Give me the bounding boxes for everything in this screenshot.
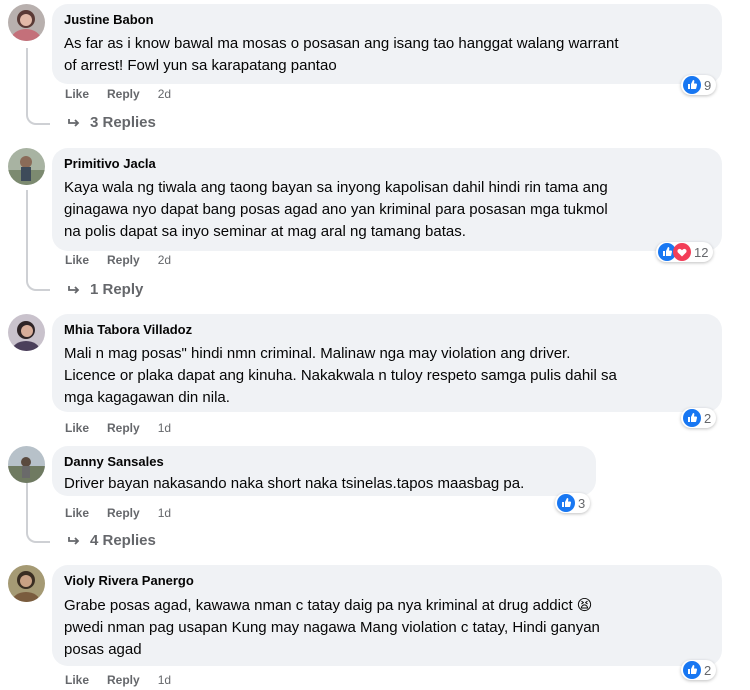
comment-text: Driver bayan nakasando naka short naka t… [64,475,525,492]
comment-bubble: Justine Babon As far as i know bawal ma … [52,4,722,84]
reaction-count: 2 [704,662,712,678]
avatar[interactable] [8,314,45,351]
comment-author[interactable]: Justine Babon [64,12,708,28]
thread-connector [26,272,50,291]
view-replies-link[interactable]: 3 Replies [66,114,156,131]
comment-text: As far as i know bawal ma mosas o posasa… [64,35,619,74]
comment-actions: Like Reply 1d [65,673,171,687]
comment-bubble: Violy Rivera Panergo Grabe posas agad, k… [52,565,722,666]
comment-author[interactable]: Violy Rivera Panergo [64,573,708,589]
avatar[interactable] [8,565,45,602]
comment-text: Grabe posas agad, kawawa nman c tatay da… [64,596,600,658]
tired-face-emoji: 😫 [576,596,593,614]
comment-bubble: Mhia Tabora Villadoz Mali n mag posas" h… [52,314,722,412]
thread-line [26,48,28,110]
reply-link[interactable]: Reply [107,253,140,267]
comment-actions: Like Reply 1d [65,421,171,435]
timestamp[interactable]: 1d [158,673,171,687]
like-link[interactable]: Like [65,673,89,687]
comment-author[interactable]: Primitivo Jacla [64,156,708,172]
reply-arrow-icon [68,536,80,545]
like-icon [683,661,701,679]
like-link[interactable]: Like [65,253,89,267]
like-link[interactable]: Like [65,87,89,101]
reaction-summary[interactable]: 2 [681,660,717,680]
like-link[interactable]: Like [65,506,89,520]
comment-author[interactable]: Mhia Tabora Villadoz [64,322,708,338]
reply-link[interactable]: Reply [107,506,140,520]
comment-actions: Like Reply 1d [65,506,171,520]
view-replies-link[interactable]: 4 Replies [66,532,156,549]
reply-link[interactable]: Reply [107,673,140,687]
timestamp[interactable]: 2d [158,253,171,267]
reaction-summary[interactable]: 12 [656,242,714,262]
avatar[interactable] [8,4,45,41]
view-replies-link[interactable]: 1 Reply [66,281,143,298]
reply-arrow-icon [68,118,80,127]
reply-link[interactable]: Reply [107,421,140,435]
timestamp[interactable]: 1d [158,506,171,520]
reply-arrow-icon [68,285,80,294]
like-icon [683,76,701,94]
comment-actions: Like Reply 2d [65,87,171,101]
like-link[interactable]: Like [65,421,89,435]
timestamp[interactable]: 2d [158,87,171,101]
thread-line [26,482,28,528]
comment-text: Kaya wala ng tiwala ang taong bayan sa i… [64,179,608,240]
like-icon [683,409,701,427]
love-icon [673,243,691,261]
reaction-count: 2 [704,410,712,426]
like-icon [557,494,575,512]
comment-author[interactable]: Danny Sansales [64,454,582,470]
avatar[interactable] [8,446,45,483]
comment-text: Mali n mag posas" hindi nmn criminal. Ma… [64,345,617,406]
timestamp[interactable]: 1d [158,421,171,435]
reply-link[interactable]: Reply [107,87,140,101]
comment-bubble: Primitivo Jacla Kaya wala ng tiwala ang … [52,148,722,251]
reaction-count: 12 [694,244,709,260]
comment-bubble: Danny Sansales Driver bayan nakasando na… [52,446,596,496]
reaction-summary[interactable]: 3 [555,493,591,513]
reaction-count: 3 [578,495,586,511]
reaction-count: 9 [704,77,712,93]
avatar[interactable] [8,148,45,185]
thread-line [26,190,28,276]
thread-connector [26,106,50,125]
reaction-summary[interactable]: 2 [681,408,717,428]
reaction-summary[interactable]: 9 [681,75,717,95]
thread-connector [26,524,50,543]
comment-actions: Like Reply 2d [65,253,171,267]
